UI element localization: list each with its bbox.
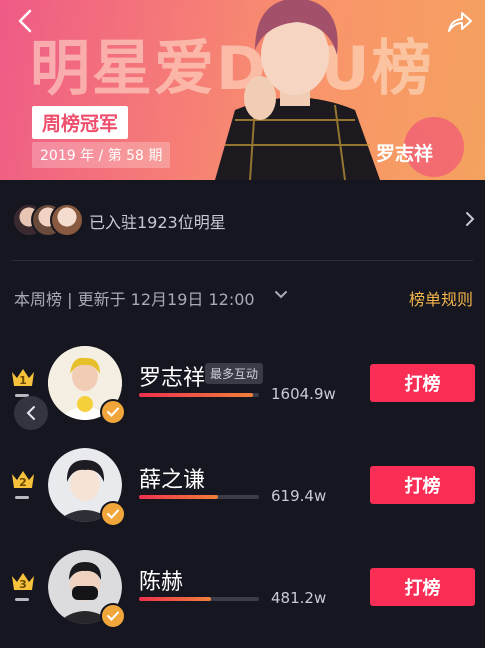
verified-badge	[100, 399, 126, 425]
popularity-bar	[139, 597, 259, 601]
hero-banner: 明星爱DOU榜 周榜冠军 2019 年 / 第 58 期 罗志祥	[0, 0, 485, 180]
joined-stars-row[interactable]: 已入驻1923位明星	[0, 196, 485, 244]
ranking-row-2: 2 薛之谦 619.4w 打榜	[0, 446, 485, 546]
popularity-score: 1604.9w	[271, 385, 336, 403]
checkmark-icon	[107, 611, 119, 621]
side-collapse-button[interactable]	[14, 396, 48, 430]
vote-button[interactable]: 打榜	[370, 568, 475, 606]
popularity-score: 619.4w	[271, 487, 327, 505]
ranking-rules-link[interactable]: 榜单规则	[409, 286, 473, 310]
ranking-row-3: 3 陈赫 481.2w 打榜	[0, 548, 485, 648]
popularity-bar	[139, 495, 259, 499]
period-label: 2019 年 / 第 58 期	[32, 142, 171, 168]
rank-number: 3	[19, 578, 27, 591]
share-button[interactable]	[445, 8, 475, 36]
most-interaction-tag: 最多互动	[205, 363, 264, 384]
popularity-bar	[139, 393, 259, 397]
star-name[interactable]: 罗志祥	[139, 360, 205, 392]
rank-change-indicator	[15, 496, 29, 499]
divider	[12, 260, 473, 261]
popularity-bar-fill	[139, 393, 253, 397]
joined-count-text: 已入驻1923位明星	[89, 213, 226, 232]
popularity-score: 481.2w	[271, 589, 327, 607]
rank-number: 1	[19, 374, 27, 387]
popularity-bar-fill	[139, 495, 219, 499]
chevron-left-icon	[18, 9, 32, 33]
vote-button[interactable]: 打榜	[370, 364, 475, 402]
chevron-down-icon[interactable]	[274, 290, 288, 300]
weekly-champion-badge: 周榜冠军	[32, 106, 129, 139]
vote-button[interactable]: 打榜	[370, 466, 475, 504]
verified-badge	[100, 501, 126, 527]
chevron-left-icon	[26, 406, 35, 420]
back-button[interactable]	[12, 8, 38, 34]
star-name[interactable]: 陈赫	[139, 564, 183, 596]
update-time-selector[interactable]: 本周榜 | 更新于 12月19日 12:00	[14, 286, 255, 310]
joined-avatars	[12, 203, 84, 237]
share-arrow-icon	[448, 12, 472, 32]
rank-change-indicator	[15, 598, 29, 601]
chevron-right-icon	[466, 212, 475, 226]
champion-name: 罗志祥	[376, 143, 434, 165]
rank-number: 2	[19, 476, 27, 489]
popularity-bar-fill	[139, 597, 211, 601]
ranking-row-1: 1 罗志祥 最多互动 1604.9w 打榜	[0, 344, 485, 444]
star-name[interactable]: 薛之谦	[139, 462, 205, 494]
checkmark-icon	[107, 509, 119, 519]
verified-badge	[100, 603, 126, 629]
checkmark-icon	[107, 407, 119, 417]
avatar	[50, 203, 84, 237]
star-photo	[215, 0, 380, 180]
